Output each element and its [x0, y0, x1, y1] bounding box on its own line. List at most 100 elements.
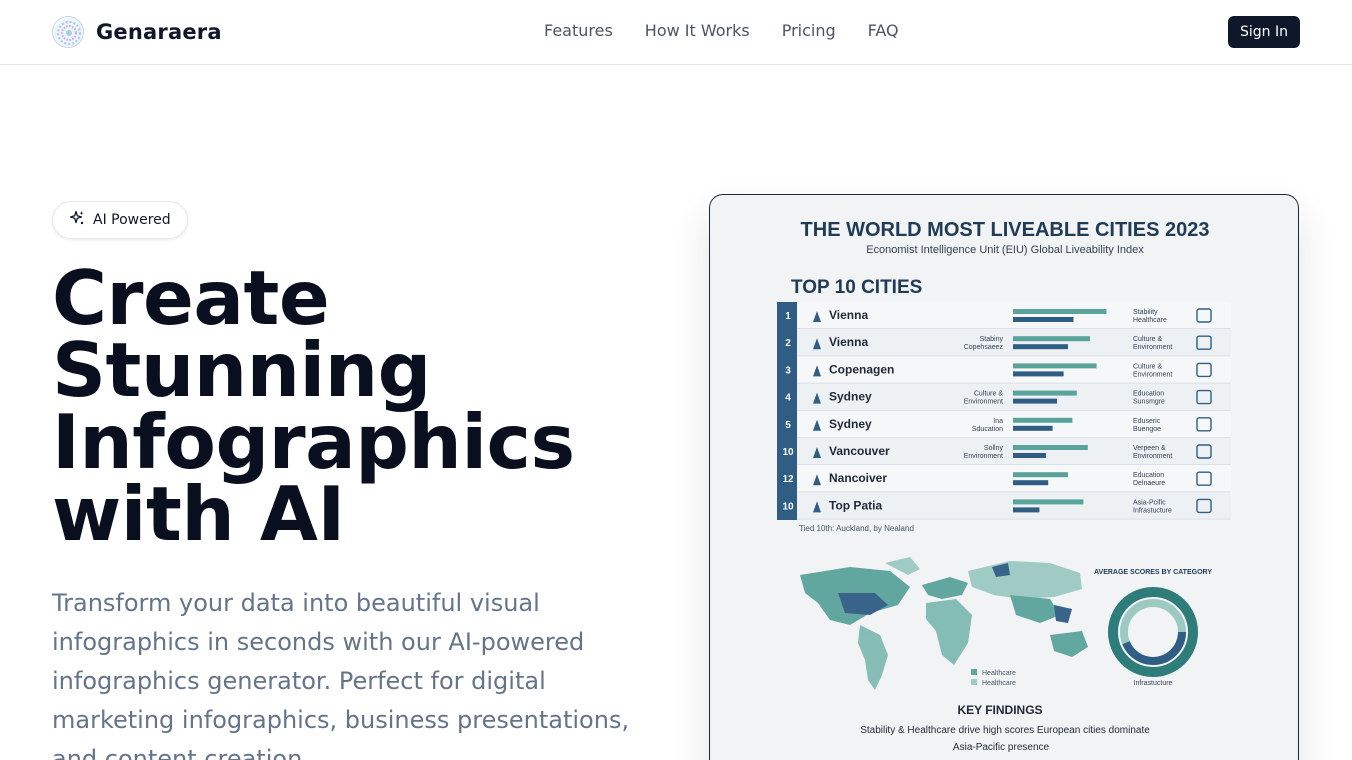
hero-description: Transform your data into beautiful visua… [52, 589, 630, 760]
hero-title-line: with AI [52, 470, 345, 558]
legend-item: Healthcare [982, 680, 1016, 687]
row-label-left: Sducation [972, 426, 1003, 433]
city-row: 1 Vienna StabilityHealthcare [785, 302, 1231, 329]
row-label-right: Verpeen & [1133, 445, 1166, 452]
row-label-left: Copehsaeez [964, 344, 1004, 351]
ai-powered-badge: AI Powered [52, 201, 188, 239]
row-label-left: Stabiny [980, 336, 1004, 343]
row-label-left: Environment [964, 453, 1003, 460]
score-bar-secondary [1013, 317, 1074, 322]
city-name: Vienna [829, 335, 868, 349]
city-name: Sydney [829, 390, 872, 404]
average-scores-title: AVERAGE SCORES BY CATEGORY [1094, 569, 1212, 576]
legend-item: Healthcare [982, 670, 1016, 677]
infographic-subtitle: Economist Intelligence Unit (EIU) Global… [866, 244, 1144, 256]
city-row: 5 Sydney Ina Eduseric Sducation Buengoe [785, 410, 1231, 438]
score-bar-secondary [1013, 425, 1053, 431]
infographic-preview: THE WORLD MOST LIVEABLE CITIES 2023 Econ… [709, 194, 1299, 760]
city-name: Vancouver [829, 444, 890, 458]
rank-number: 3 [785, 365, 791, 376]
city-row: 4 Sydney Culture & Education Environment Suns… [785, 383, 1231, 411]
category-donut [1108, 587, 1198, 677]
score-bar-primary [1013, 417, 1073, 423]
hero-title: Create Stunning Infographics with AI [52, 254, 672, 558]
top-navbar: Genaraera Features How It Works Pricing … [0, 0, 1352, 65]
row-label-right: Asia-Pcific [1133, 499, 1166, 506]
hero-title-line: Stunning [52, 326, 431, 414]
row-label-right: Education [1133, 391, 1164, 398]
key-findings-title: KEY FINDINGS [957, 703, 1042, 717]
brand[interactable]: Genaraera [52, 16, 222, 48]
rank-number: 1 [785, 311, 791, 322]
score-bar-primary [1013, 363, 1097, 369]
main-nav: Features How It Works Pricing FAQ [544, 21, 899, 40]
score-bar-primary [1013, 499, 1084, 505]
score-bar-primary [1013, 472, 1068, 478]
row-label-right: Delnaeure [1133, 480, 1165, 487]
badge-label: AI Powered [93, 212, 171, 228]
rank-strip [777, 302, 797, 520]
row-label-left: Sollny [984, 445, 1004, 452]
world-map [800, 557, 1088, 690]
rank-number: 12 [782, 474, 794, 485]
rank-number: 4 [785, 393, 791, 404]
score-bar-secondary [1013, 507, 1040, 513]
score-bar-secondary [1013, 453, 1046, 458]
city-row: 10 Top Patia Asia-PcificInfrastucture [782, 492, 1231, 520]
city-name: Top Patia [829, 498, 882, 512]
legend-swatch [971, 679, 977, 685]
city-row: 3 Copenagen Culture &Environment [785, 356, 1231, 384]
rank-number: 10 [782, 501, 794, 512]
rank-number: 10 [782, 447, 794, 458]
key-finding: Asia-Pacific presence [953, 742, 1050, 753]
city-row: 10 Vancouver Sollny Verpeen &Environment Env… [782, 438, 1231, 466]
top-cities-heading: TOP 10 CITIES [791, 277, 922, 298]
city-name: Vienna [829, 308, 868, 322]
city-name: Nancoiver [829, 471, 887, 485]
row-label-right: Sunsmgre [1133, 399, 1165, 406]
hero-title-line: Infographics [52, 398, 575, 486]
score-bar-primary [1013, 336, 1090, 342]
rank-number: 2 [785, 338, 791, 349]
city-name: Copenagen [829, 362, 894, 376]
sparkles-icon [69, 210, 85, 230]
nav-faq[interactable]: FAQ [868, 21, 899, 40]
city-name: Sydney [829, 417, 872, 431]
score-bar-secondary [1013, 344, 1068, 350]
brand-name: Genaraera [96, 20, 222, 44]
row-label-right: Infrastucture [1133, 507, 1172, 514]
footnote: Tied 10th: Auckland, by Nealand [799, 524, 914, 533]
row-label-right: Stability [1133, 309, 1158, 316]
row-label-right: Culture & [1133, 363, 1163, 370]
score-bar-primary [1013, 390, 1077, 396]
nav-pricing[interactable]: Pricing [782, 21, 836, 40]
logo-icon [52, 16, 84, 48]
sign-in-button[interactable]: Sign In [1228, 16, 1300, 48]
city-row: 2 Vienna Stabiny Culture & Copehsaeez Environ… [785, 329, 1231, 357]
key-finding: Stability & Healthcare drive high scores… [860, 725, 1150, 736]
row-label-left: Environment [964, 399, 1003, 406]
row-label-right: Environment [1133, 344, 1172, 351]
infographic-title: THE WORLD MOST LIVEABLE CITIES 2023 [801, 219, 1210, 241]
row-label-right: Education [1133, 472, 1164, 479]
row-label-right: Eduseric [1133, 418, 1161, 425]
rank-number: 5 [785, 420, 791, 431]
row-label-left: Ina [993, 418, 1003, 425]
score-bar-secondary [1013, 480, 1049, 486]
row-label-right: Environment [1133, 371, 1172, 378]
row-label-right: Healthcare [1133, 317, 1167, 324]
city-row: 12 Nancoiver EducationDelnaeure [782, 465, 1231, 493]
hero-title-line: Create [52, 254, 330, 342]
infographic-image: THE WORLD MOST LIVEABLE CITIES 2023 Econ… [777, 219, 1231, 753]
score-bar-primary [1013, 309, 1107, 314]
score-bar-secondary [1013, 371, 1064, 377]
score-bar-secondary [1013, 398, 1057, 404]
donut-label: Infrastucture [1134, 680, 1173, 687]
score-bar-primary [1013, 445, 1088, 450]
legend-swatch [971, 669, 977, 675]
nav-how-it-works[interactable]: How It Works [645, 21, 750, 40]
row-label-right: Environment [1133, 453, 1172, 460]
row-label-right: Buengoe [1133, 426, 1161, 433]
nav-features[interactable]: Features [544, 21, 613, 40]
row-label-left: Culture & [974, 391, 1004, 398]
